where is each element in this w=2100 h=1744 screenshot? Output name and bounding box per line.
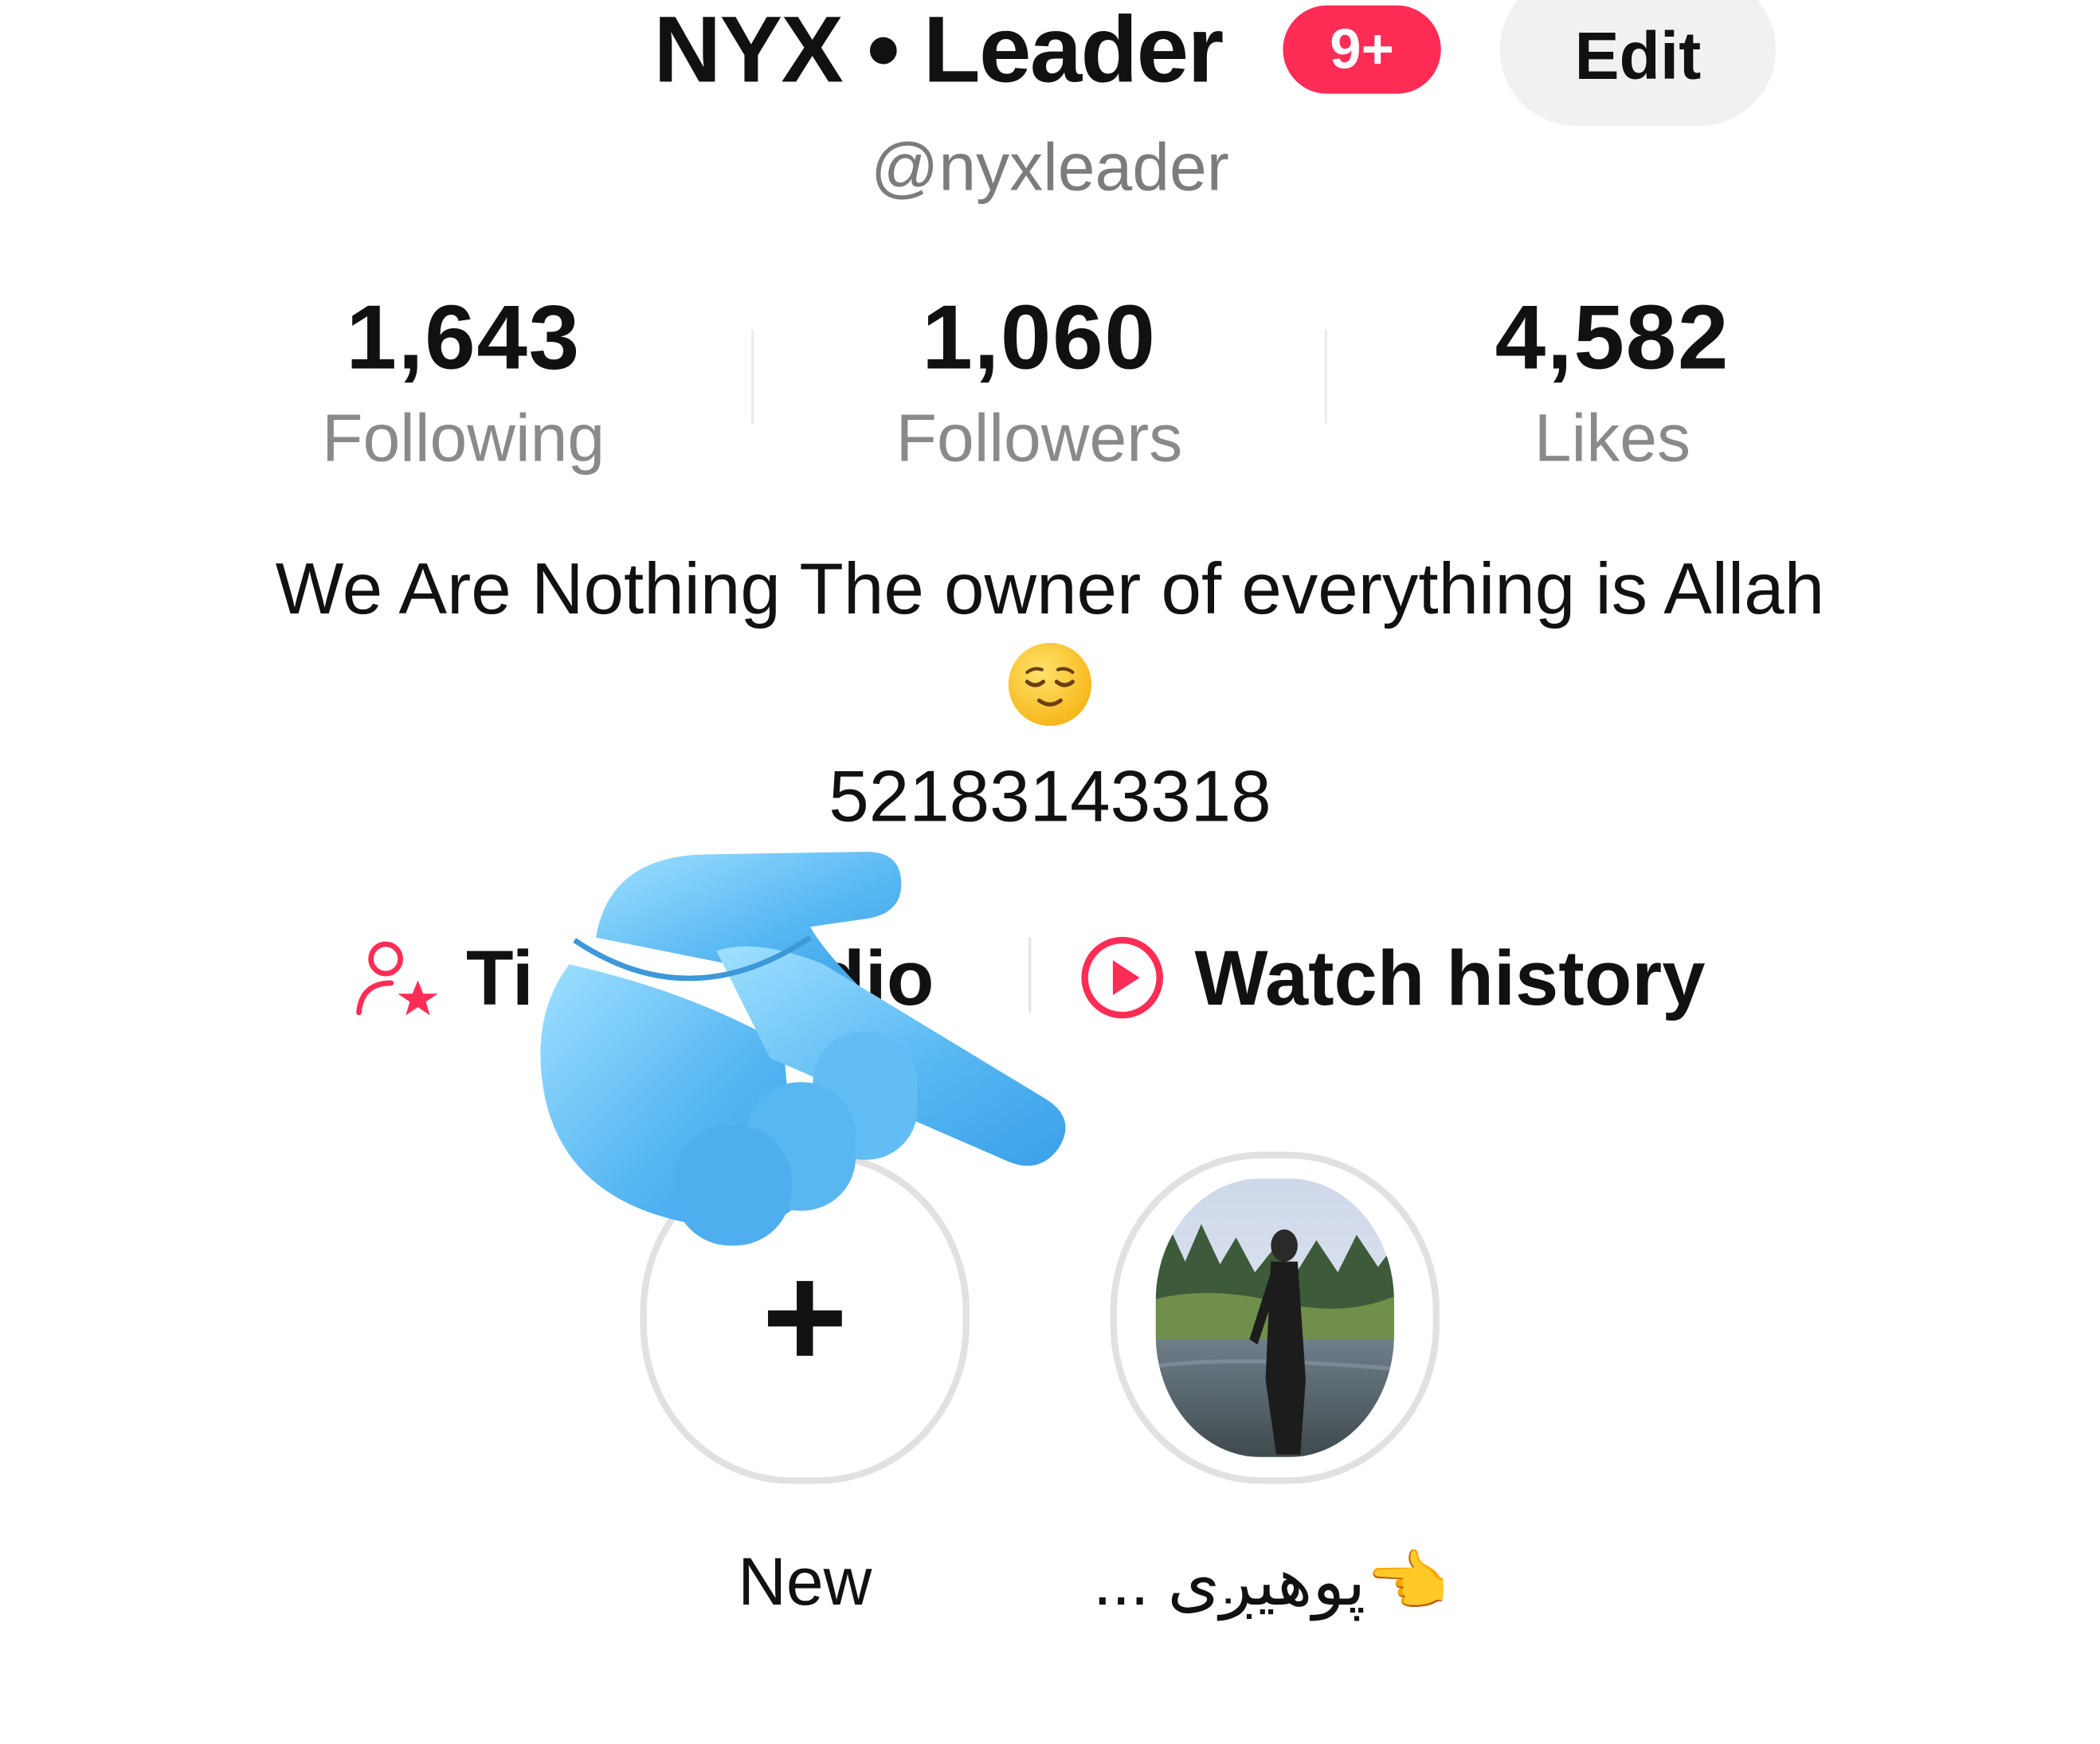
username-handle: @nyxleader (871, 130, 1229, 206)
play-circle-icon (1081, 936, 1163, 1019)
followers-label: Followers (895, 400, 1183, 476)
edit-profile-button[interactable]: Edit (1499, 0, 1777, 127)
following-label: Following (322, 400, 605, 476)
stat-followers[interactable]: 1,060 Followers (758, 281, 1320, 482)
highlight-story-label: 👈پوهیږی ... (1093, 1544, 1449, 1620)
links-divider (1028, 937, 1032, 1013)
landscape-photo (1155, 1178, 1394, 1457)
highlight-new-label: New (738, 1544, 872, 1620)
likes-count: 4,582 (1495, 286, 1730, 389)
bio: We Are Nothing The owner of everything i… (0, 539, 2100, 729)
display-name: NYX • Leader (653, 0, 1224, 102)
highlight-thumbnail (1155, 1178, 1394, 1457)
notification-badge[interactable]: 9+ (1283, 5, 1441, 94)
tiktok-studio-label-end: dio (817, 934, 934, 1021)
stat-following[interactable]: 1,643 Following (182, 281, 745, 482)
stat-likes[interactable]: 4,582 Likes (1331, 281, 1894, 482)
stat-divider (751, 329, 754, 424)
stat-divider (1324, 329, 1327, 424)
plus-icon: + (762, 1234, 848, 1400)
highlight-story[interactable]: 👈پوهیږی ... (1093, 1151, 1449, 1626)
relieved-face-icon (1008, 642, 1092, 727)
highlight-story-ring[interactable] (1110, 1151, 1440, 1484)
bio-text: We Are Nothing The owner of everything i… (275, 549, 1825, 630)
highlight-new[interactable]: + New (631, 1151, 979, 1626)
profile-page: NYX • Leader 9+ Edit @nyxleader 1,643 Fo… (0, 0, 2100, 1744)
watch-history-link[interactable]: Watch history (1077, 924, 1706, 1031)
tiktok-studio-label-start: Ti (465, 934, 534, 1021)
profile-links: Ti dio Watch history (0, 924, 2100, 1031)
followers-count: 1,060 (922, 286, 1157, 389)
highlight-new-ring[interactable]: + (640, 1151, 970, 1484)
profile-stats: 1,643 Following 1,060 Followers 4,582 Li… (0, 281, 2100, 482)
bio-phone-number: 52183143318 (829, 756, 1271, 837)
following-count: 1,643 (346, 286, 581, 389)
watch-history-label: Watch history (1194, 934, 1706, 1021)
person-star-icon (356, 941, 438, 1016)
tiktok-studio-link[interactable]: Ti dio (351, 924, 934, 1031)
likes-label: Likes (1534, 400, 1691, 476)
